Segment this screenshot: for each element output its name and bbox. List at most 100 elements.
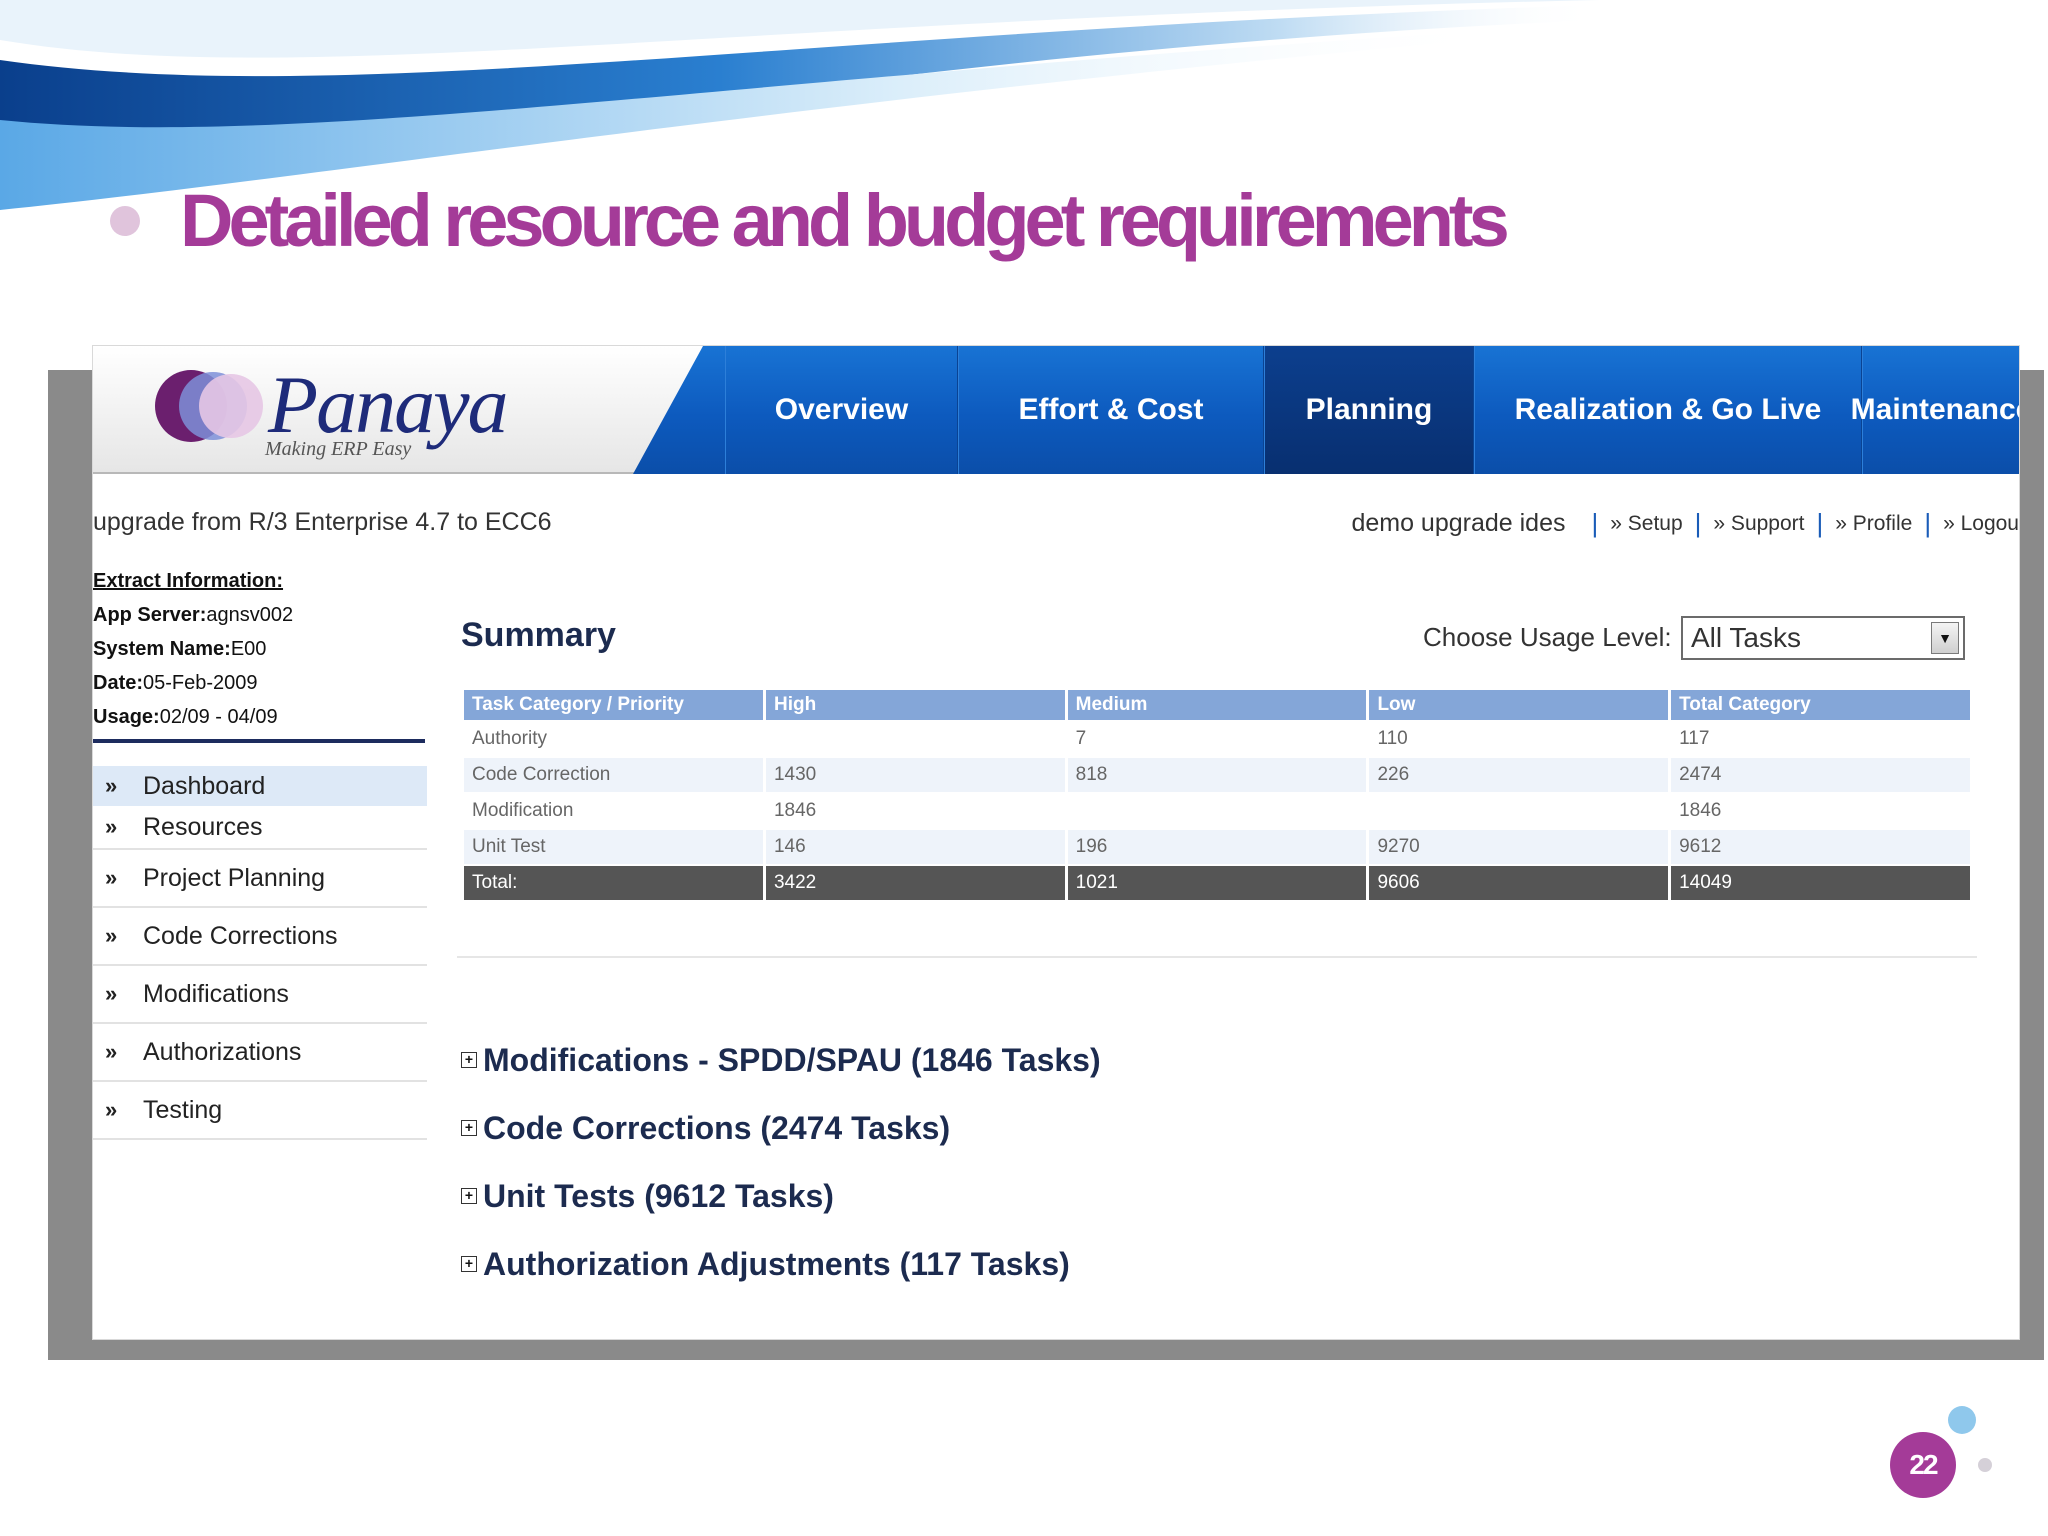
usage-row: Usage:02/09 - 04/09 [93,706,278,728]
system-name-row: System Name:E00 [93,638,267,660]
top-links: demo upgrade ides | » Setup | » Support … [1351,508,2019,539]
table-cell: 117 [1671,722,1970,756]
table-cell: 110 [1369,722,1669,756]
sidebar-item-modifications[interactable]: » Modifications [93,966,427,1024]
column-header: Task Category / Priority [464,690,763,720]
expand-plus-icon[interactable]: + [461,1256,477,1272]
content-divider [457,956,1977,958]
table-cell: 1430 [765,758,1065,792]
column-header: High [765,690,1065,720]
table-total-row: Total: 3422 1021 9606 14049 [464,866,1970,900]
sidebar-item-code-corrections[interactable]: » Code Corrections [93,908,427,966]
table-cell [1067,794,1367,828]
tab-planning[interactable]: Planning [1264,346,1474,474]
table-cell: Total: [464,866,763,900]
chevron-right-icon: » [105,814,118,839]
sidebar-item-dashboard[interactable]: » Dashboard [93,766,427,806]
tab-maintenance[interactable]: Maintenance [1851,346,2019,474]
table-cell: Code Correction [464,758,763,792]
chevron-right-icon: » [105,865,118,890]
title-bullet-dot [110,205,140,236]
logo-panel: Panaya Making ERP Easy [93,346,703,474]
table-cell: 9270 [1369,830,1669,864]
page-number-badge: 22 [1890,1432,1956,1498]
tab-realization-go-live[interactable]: Realization & Go Live [1474,346,1862,474]
table-cell: 3422 [765,866,1065,900]
task-sections: + Modifications - SPDD/SPAU (1846 Tasks) … [461,1026,1101,1298]
expand-plus-icon[interactable]: + [461,1120,477,1136]
panaya-logo-icon [155,370,263,442]
dropdown-arrow-icon[interactable]: ▼ [1931,622,1959,654]
summary-table: Task Category / Priority High Medium Low… [461,688,1973,902]
table-cell: 1846 [765,794,1065,828]
column-header: Total Category [1671,690,1970,720]
usage-level-select[interactable]: All Tasks ▼ [1681,616,1965,660]
usage-level-value: All Tasks [1691,622,1801,653]
slide-title: Detailed resource and budget requirement… [180,179,1510,262]
table-cell: 146 [765,830,1065,864]
decorative-dot-grey [1978,1458,1992,1472]
link-separator: | [1924,508,1932,538]
support-link[interactable]: » Support [1713,512,1804,536]
app-screenshot: Panaya Making ERP Easy Overview Effort &… [92,345,2020,1340]
section-code-corrections[interactable]: + Code Corrections (2474 Tasks) [461,1094,1101,1162]
table-cell: Unit Test [464,830,763,864]
summary-title: Summary [461,616,616,654]
sidebar-nav: » Dashboard » Resources » Project Planning … [93,766,427,1140]
section-unit-tests[interactable]: + Unit Tests (9612 Tasks) [461,1162,1101,1230]
decorative-dot-blue [1948,1406,1976,1434]
main-nav: Overview Effort & Cost Planning Realizat… [633,346,2019,474]
extract-info-title: Extract Information: [93,570,284,592]
profile-link[interactable]: » Profile [1835,512,1912,536]
chevron-right-icon: » [105,923,118,948]
app-server-row: App Server:agnsv002 [93,604,294,626]
chevron-right-icon: » [105,1097,118,1122]
section-authorization-adjustments[interactable]: + Authorization Adjustments (117 Tasks) [461,1230,1101,1298]
app-header: Panaya Making ERP Easy Overview Effort &… [93,346,2019,476]
table-cell: 14049 [1671,866,1970,900]
table-row: Unit Test 146 196 9270 9612 [464,830,1970,864]
tab-overview[interactable]: Overview [725,346,958,474]
column-header: Medium [1067,690,1367,720]
expand-plus-icon[interactable]: + [461,1188,477,1204]
table-row: Modification 1846 1846 [464,794,1970,828]
table-cell [1369,794,1669,828]
project-description: upgrade from R/3 Enterprise 4.7 to ECC6 [93,508,552,536]
logo-tagline: Making ERP Easy [265,438,412,460]
slide-title-row: Detailed resource and budget requirement… [110,178,1510,263]
section-modifications[interactable]: + Modifications - SPDD/SPAU (1846 Tasks) [461,1026,1101,1094]
table-cell: 1846 [1671,794,1970,828]
chevron-right-icon: » [105,1039,118,1064]
sidebar-item-testing[interactable]: » Testing [93,1082,427,1140]
link-separator: | [1694,508,1702,538]
table-cell: 7 [1067,722,1367,756]
table-cell: 9606 [1369,866,1669,900]
table-cell: 226 [1369,758,1669,792]
sidebar-item-authorizations[interactable]: » Authorizations [93,1024,427,1082]
column-header: Low [1369,690,1669,720]
table-row: Authority 7 110 117 [464,722,1970,756]
table-cell: 2474 [1671,758,1970,792]
table-cell: 9612 [1671,830,1970,864]
table-cell: 1021 [1067,866,1367,900]
logout-link[interactable]: » Logou [1943,512,2019,536]
tab-effort-cost[interactable]: Effort & Cost [958,346,1264,474]
user-name: demo upgrade ides [1351,509,1566,537]
chevron-right-icon: » [105,773,118,798]
table-cell [765,722,1065,756]
link-separator: | [1816,508,1824,538]
table-cell: 196 [1067,830,1367,864]
extract-info: Extract Information: App Server:agnsv002… [93,564,293,734]
sidebar-item-project-planning[interactable]: » Project Planning [93,850,427,908]
table-cell: 818 [1067,758,1367,792]
sidebar-item-resources[interactable]: » Resources [93,806,427,850]
table-row: Code Correction 1430 818 226 2474 [464,758,1970,792]
expand-plus-icon[interactable]: + [461,1052,477,1068]
setup-link[interactable]: » Setup [1610,512,1682,536]
sidebar-divider [93,739,425,743]
date-row: Date:05-Feb-2009 [93,672,258,694]
link-separator: | [1591,508,1599,538]
table-cell: Authority [464,722,763,756]
table-header-row: Task Category / Priority High Medium Low… [464,690,1970,720]
chevron-right-icon: » [105,981,118,1006]
